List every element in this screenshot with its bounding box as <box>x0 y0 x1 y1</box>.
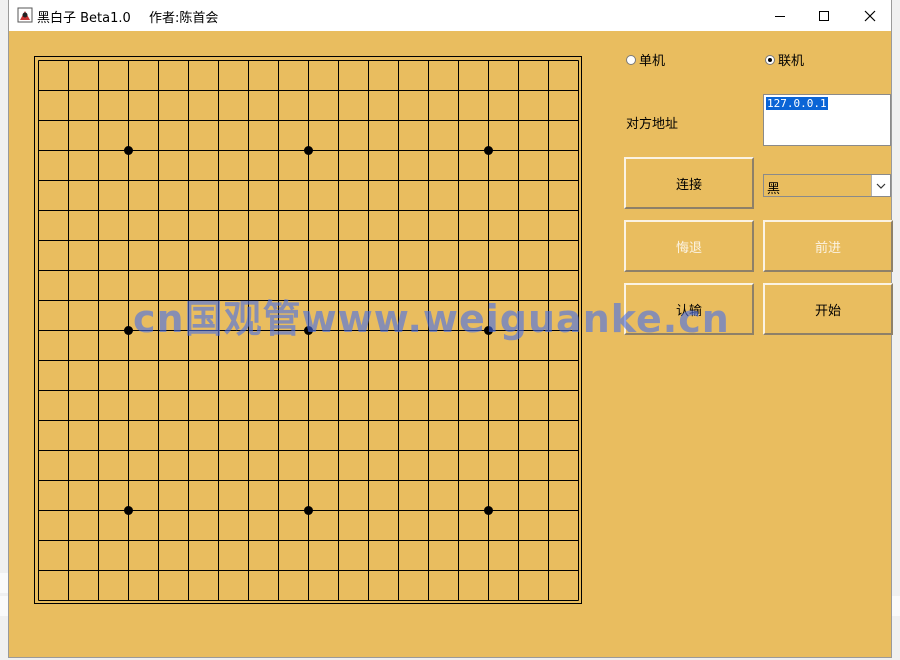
color-select-value: 黑 <box>767 182 781 197</box>
address-value: 127.0.0.1 <box>766 97 828 110</box>
start-button-label: 开始 <box>814 303 841 319</box>
star-point <box>124 506 133 515</box>
close-icon <box>864 10 876 21</box>
star-point <box>484 146 493 155</box>
star-point <box>484 506 493 515</box>
star-point <box>124 326 133 335</box>
watermark: cn国观管www.weiguanke.cn <box>133 297 730 341</box>
background-window-edge <box>0 573 8 593</box>
mode-online-radio[interactable]: 联机 <box>765 50 804 69</box>
background-window-edge <box>892 596 900 616</box>
close-button[interactable] <box>847 0 893 31</box>
maximize-icon <box>819 10 829 21</box>
undo-button[interactable]: 悔退 <box>624 220 754 272</box>
chevron-down-icon[interactable] <box>871 175 890 196</box>
connect-button-label: 连接 <box>675 177 702 193</box>
mode-online-label: 联机 <box>778 54 805 69</box>
background-window-edge <box>0 596 8 616</box>
star-point <box>304 506 313 515</box>
start-button[interactable]: 开始 <box>763 283 893 335</box>
mode-single-radio[interactable]: 单机 <box>626 50 665 69</box>
color-select[interactable]: 黑 <box>763 174 891 197</box>
app-icon <box>17 7 33 23</box>
star-point <box>304 146 313 155</box>
radio-online-indicator <box>765 54 775 65</box>
address-label: 对方地址 <box>626 117 679 132</box>
star-point <box>124 146 133 155</box>
minimize-button[interactable] <box>757 0 803 31</box>
title-bar[interactable]: 黑白子 Beta1.0 作者:陈首会 <box>9 0 891 31</box>
forward-button[interactable]: 前进 <box>763 220 893 272</box>
connect-button[interactable]: 连接 <box>624 157 754 209</box>
mode-single-label: 单机 <box>639 54 666 69</box>
address-input[interactable]: 127.0.0.1 <box>763 94 891 146</box>
minimize-icon <box>775 15 785 17</box>
radio-single-indicator <box>626 54 636 65</box>
undo-button-label: 悔退 <box>675 240 702 256</box>
app-window: 黑白子 Beta1.0 作者:陈首会 单机 联机 对方地址 127.0.0.1 … <box>8 0 893 658</box>
window-author: 作者:陈首会 <box>149 11 219 26</box>
forward-button-label: 前进 <box>814 240 841 256</box>
maximize-button[interactable] <box>801 0 847 31</box>
window-title: 黑白子 Beta1.0 <box>37 11 131 26</box>
